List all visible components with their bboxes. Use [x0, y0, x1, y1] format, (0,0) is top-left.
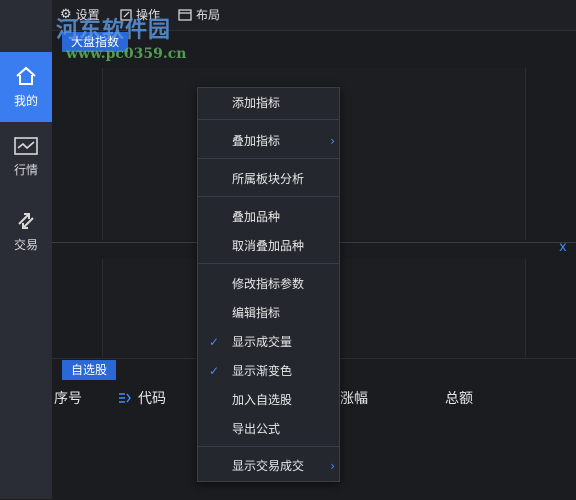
column-header-amount[interactable]: 总额 — [445, 388, 473, 408]
chevron-right-icon: › — [330, 459, 335, 473]
menu-item-show-gradient[interactable]: ✓ 显示渐变色 — [198, 358, 339, 384]
menu-item-cancel-overlay-symbol[interactable]: 取消叠加品种 — [198, 233, 339, 259]
sort-icon[interactable] — [118, 392, 132, 404]
menu-separator — [198, 446, 339, 447]
menu-item-sector-analysis[interactable]: 所属板块分析 — [198, 166, 339, 192]
menu-item-show-volume[interactable]: ✓ 显示成交量 — [198, 329, 339, 355]
sidebar-item-label: 行情 — [13, 162, 38, 177]
watermark-url: www.pc0359.cn — [66, 46, 187, 62]
chevron-right-icon: › — [330, 134, 335, 148]
menu-separator — [198, 196, 339, 197]
menu-separator — [198, 158, 339, 159]
menu-separator — [198, 119, 339, 120]
sidebar-item-label: 交易 — [13, 237, 38, 252]
context-menu: 添加指标 叠加指标 › 所属板块分析 叠加品种 取消叠加品种 修改指标参数 编辑… — [197, 87, 340, 482]
sidebar-item-market[interactable]: 行情 — [0, 122, 52, 192]
checkmark-icon: ✓ — [209, 364, 220, 378]
layout-button[interactable]: 布局 — [178, 6, 220, 23]
home-icon — [16, 66, 36, 85]
market-chart-icon — [14, 136, 38, 155]
menu-item-add-indicator[interactable]: 添加指标 — [198, 90, 339, 116]
menu-item-edit-indicator[interactable]: 编辑指标 — [198, 300, 339, 326]
close-icon[interactable]: x — [559, 240, 567, 255]
checkmark-icon: ✓ — [209, 335, 220, 349]
menu-item-overlay-symbol[interactable]: 叠加品种 — [198, 204, 339, 230]
menu-item-edit-indicator-params[interactable]: 修改指标参数 — [198, 271, 339, 297]
menu-item-overlay-indicator[interactable]: 叠加指标 › — [198, 128, 339, 154]
column-header-code[interactable]: 代码 — [138, 388, 166, 408]
menu-separator — [198, 263, 339, 264]
sidebar-item-trade[interactable]: 交易 — [0, 196, 52, 266]
watermark-title: 河东软件园 — [56, 18, 172, 43]
layout-label: 布局 — [196, 8, 221, 22]
menu-item-add-to-watchlist[interactable]: 加入自选股 — [198, 387, 339, 413]
column-header-change[interactable]: 涨幅 — [340, 388, 368, 408]
sidebar-item-mine[interactable]: 我的 — [0, 52, 52, 122]
sidebar-item-label: 我的 — [13, 93, 38, 108]
column-header-index[interactable]: 序号 — [54, 388, 82, 408]
menu-item-export-formula[interactable]: 导出公式 — [198, 416, 339, 442]
trade-arrows-icon — [18, 212, 34, 229]
menu-item-show-trades[interactable]: 显示交易成交 › — [198, 453, 339, 479]
tab-watchlist[interactable]: 自选股 — [62, 360, 117, 380]
sidebar: 我的 行情 交易 — [0, 0, 52, 499]
layout-icon — [178, 8, 192, 21]
